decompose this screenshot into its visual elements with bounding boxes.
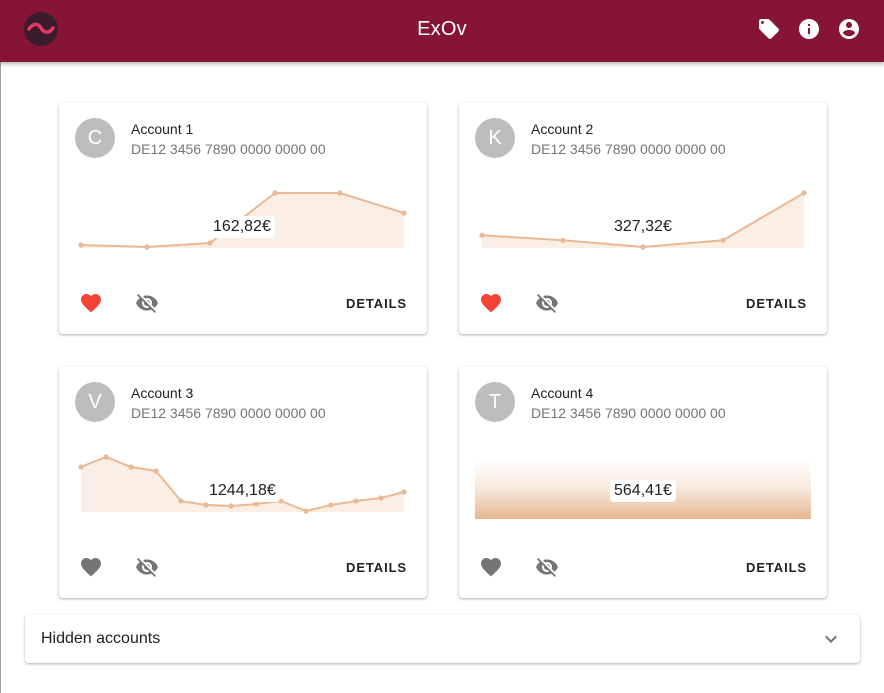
balance-label: 327,32€: [610, 216, 676, 238]
favorite-heart-icon[interactable]: [479, 555, 503, 579]
account-iban: DE12 3456 7890 0000 0000 00: [531, 405, 726, 421]
account-card: T Account 4 DE12 3456 7890 0000 0000 00 …: [459, 367, 827, 598]
account-card: C Account 1 DE12 3456 7890 0000 0000 00 …: [59, 103, 427, 334]
app-bar: ExOv: [0, 0, 884, 62]
account-name: Account 1: [131, 121, 194, 137]
account-iban: DE12 3456 7890 0000 0000 00: [131, 141, 326, 157]
chart-point: [801, 190, 807, 196]
balance-label: 564,41€: [610, 480, 676, 502]
chart-point: [144, 244, 150, 250]
app-title: ExOv: [417, 18, 467, 40]
hidden-accounts-title: Hidden accounts: [41, 630, 161, 647]
visibility-off-icon[interactable]: [135, 555, 159, 579]
chart-point: [401, 210, 407, 216]
chart-point: [203, 502, 209, 508]
visibility-off-icon[interactable]: [535, 555, 559, 579]
avatar: V: [75, 382, 115, 422]
details-button[interactable]: DETAILS: [346, 560, 407, 575]
balance-label: 1244,18€: [205, 480, 280, 502]
chart-point: [337, 190, 343, 196]
chart-point: [720, 237, 726, 243]
details-button[interactable]: DETAILS: [346, 296, 407, 311]
balance-label: 162,82€: [209, 216, 275, 238]
chart-point: [228, 503, 234, 509]
tag-icon[interactable]: [757, 17, 781, 41]
avatar: T: [475, 382, 515, 422]
chart-point: [153, 468, 159, 474]
chart-point: [78, 242, 84, 248]
avatar: K: [475, 118, 515, 158]
account-card: K Account 2 DE12 3456 7890 0000 0000 00 …: [459, 103, 827, 334]
hidden-accounts-panel[interactable]: Hidden accounts: [25, 615, 860, 663]
details-button[interactable]: DETAILS: [746, 296, 807, 311]
chart-point: [401, 489, 407, 495]
chevron-down-icon[interactable]: [819, 627, 843, 651]
favorite-heart-icon[interactable]: [79, 291, 103, 315]
account-iban: DE12 3456 7890 0000 0000 00: [531, 141, 726, 157]
chart-point: [272, 190, 278, 196]
details-button[interactable]: DETAILS: [746, 560, 807, 575]
chart-point: [328, 502, 334, 508]
chart-point: [207, 240, 213, 246]
account-iban: DE12 3456 7890 0000 0000 00: [131, 405, 326, 421]
account-name: Account 3: [131, 385, 194, 401]
visibility-off-icon[interactable]: [135, 291, 159, 315]
account-name: Account 2: [531, 121, 594, 137]
chart-point: [78, 464, 84, 470]
account-circle-icon[interactable]: [837, 17, 861, 41]
chart-point: [560, 237, 566, 243]
account-name: Account 4: [531, 385, 594, 401]
info-icon[interactable]: [797, 17, 821, 41]
chart-point: [353, 498, 359, 504]
chart-point: [303, 508, 309, 514]
chart-point: [103, 454, 109, 460]
chart-point: [178, 498, 184, 504]
chart-point: [378, 495, 384, 501]
visibility-off-icon[interactable]: [535, 291, 559, 315]
chart-point: [253, 501, 259, 507]
window-left-border: [0, 0, 1, 693]
favorite-heart-icon[interactable]: [79, 555, 103, 579]
chart-point: [128, 464, 134, 470]
chart-point: [640, 244, 646, 250]
favorite-heart-icon[interactable]: [479, 291, 503, 315]
avatar: C: [75, 118, 115, 158]
chart-point: [479, 232, 485, 238]
account-card: V Account 3 DE12 3456 7890 0000 0000 00 …: [59, 367, 427, 598]
